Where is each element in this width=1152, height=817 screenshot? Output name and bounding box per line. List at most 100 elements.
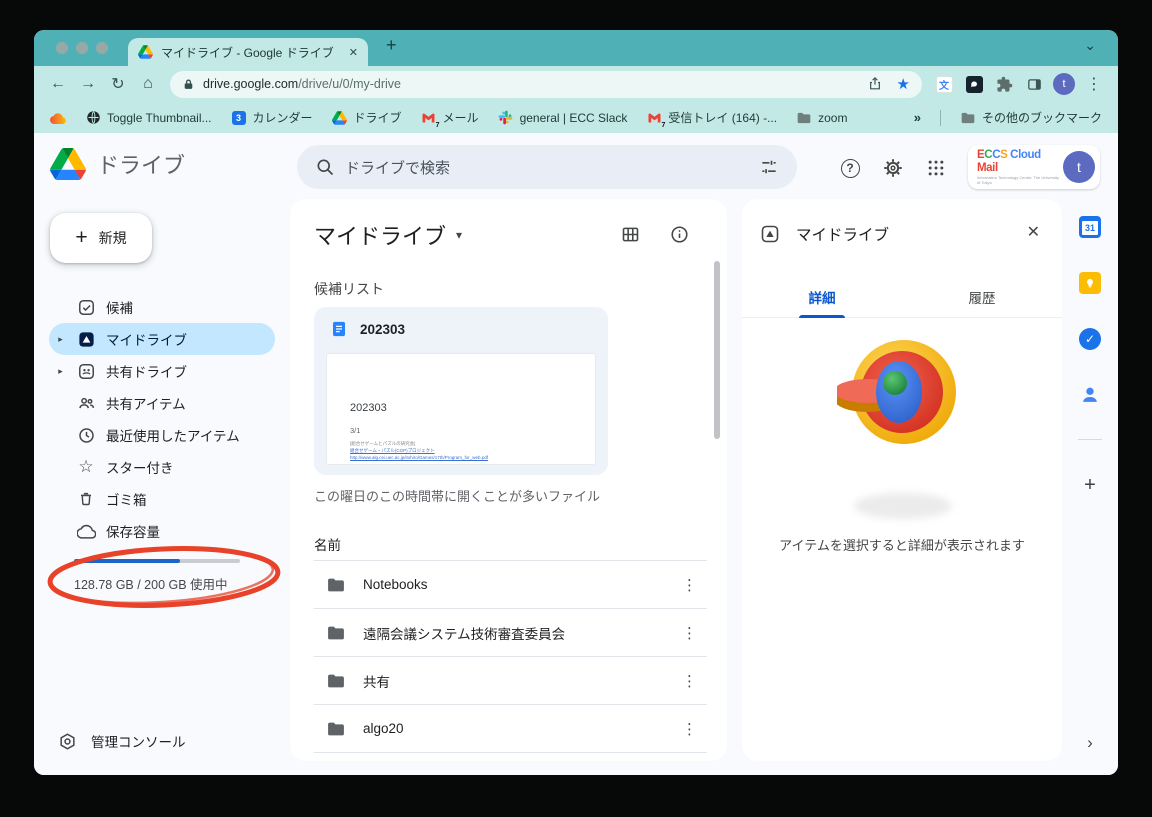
sidebar-item-recent[interactable]: 最近使用したアイテム (49, 419, 275, 451)
row-menu-kebab-icon[interactable]: ⋮ (682, 720, 697, 738)
address-bar[interactable]: drive.google.com/drive/u/0/my-drive ★ (170, 71, 922, 98)
google-keep-icon[interactable] (1076, 269, 1104, 297)
add-panel-app-button[interactable]: + (1076, 471, 1104, 499)
home-button[interactable]: ⌂ (134, 70, 162, 98)
file-row[interactable]: Notebooks ⋮ (314, 561, 707, 609)
folder-icon (796, 110, 812, 126)
sidebar-item-shared-drives[interactable]: ▸ 共有ドライブ (49, 355, 275, 387)
file-name: 遠隔会議システム技術審査委員会 (363, 623, 565, 643)
sidebar-item-storage[interactable]: 保存容量 (49, 515, 275, 547)
search-icon[interactable] (305, 147, 345, 187)
bookmark-star-icon[interactable]: ★ (897, 77, 910, 92)
settings-gear-icon[interactable] (880, 155, 906, 181)
sidebar-item-suggestions[interactable]: 候補 (49, 291, 275, 323)
traffic-lights[interactable] (56, 42, 108, 54)
file-row[interactable]: 遠隔会議システム技術審査委員会 ⋮ (314, 609, 707, 657)
sidebar-item-label: スター付き (106, 457, 174, 477)
extensions-puzzle-icon[interactable] (990, 70, 1018, 98)
lock-icon (182, 78, 195, 91)
bookmark-label: メール (443, 109, 479, 126)
google-calendar-icon[interactable]: 31 (1076, 213, 1104, 241)
file-preview-thumbnail[interactable]: 202303 3/1 [組合せゲームとパズルの研究会] 組合せゲーム・パズル(C… (326, 353, 596, 465)
tab-close-icon[interactable]: ✕ (349, 46, 358, 59)
minimize-window-button[interactable] (76, 42, 88, 54)
grid-view-icon[interactable] (618, 222, 642, 246)
bookmark-item[interactable]: 7 メール (421, 109, 479, 126)
google-apps-grid-icon[interactable] (923, 155, 949, 181)
tab-details[interactable]: 詳細 (742, 277, 902, 317)
info-icon[interactable] (667, 222, 691, 246)
forward-button[interactable]: → (74, 70, 102, 98)
side-panel-icon[interactable] (1020, 70, 1048, 98)
bookmark-item[interactable]: 3 カレンダー (231, 109, 313, 126)
caret-right-icon[interactable]: ▸ (55, 366, 66, 377)
help-button[interactable]: ? (837, 155, 863, 181)
row-menu-kebab-icon[interactable]: ⋮ (682, 672, 697, 690)
my-drive-title-dropdown[interactable]: マイドライブ ▾ (314, 219, 462, 251)
search-options-tune-icon[interactable] (749, 147, 789, 187)
admin-console-link[interactable]: 管理コンソール (58, 731, 186, 751)
file-browser-panel: マイドライブ ▾ 候補リスト 202303 202303 3/1 [組合せゲーム… (290, 199, 727, 761)
admin-console-icon (58, 732, 77, 751)
bookmarks-overflow-icon[interactable]: » (914, 110, 921, 125)
account-brand: ECCS Cloud Mail (977, 149, 1063, 174)
url-text: drive.google.com/drive/u/0/my-drive (203, 77, 401, 91)
browser-tab[interactable]: マイドライブ - Google ドライブ ✕ (128, 38, 368, 66)
tab-activity[interactable]: 履歴 (902, 277, 1062, 317)
sidebar-item-label: 最近使用したアイテム (106, 425, 240, 445)
file-name: algo20 (363, 721, 404, 736)
scrollbar-thumb[interactable] (714, 261, 720, 439)
drive-logo[interactable]: ドライブ (50, 148, 185, 180)
reload-button[interactable]: ↻ (104, 70, 132, 98)
slack-icon (498, 110, 514, 126)
account-avatar[interactable]: t (1063, 151, 1095, 183)
search-bar[interactable]: ドライブで検索 (297, 145, 797, 189)
collapse-side-panel-chevron-icon[interactable]: › (1078, 731, 1102, 755)
url-path: /drive/u/0/my-drive (298, 77, 401, 91)
zoom-window-button[interactable] (96, 42, 108, 54)
browser-menu-kebab-icon[interactable]: ⋮ (1080, 70, 1108, 98)
sidebar-item-my-drive[interactable]: ▸ マイドライブ (49, 323, 275, 355)
file-row[interactable]: 共有 ⋮ (314, 657, 707, 705)
other-bookmarks[interactable]: その他のブックマーク (960, 109, 1102, 126)
sidebar-item-shared-with-me[interactable]: 共有アイテム (49, 387, 275, 419)
back-button[interactable]: ← (44, 70, 72, 98)
close-window-button[interactable] (56, 42, 68, 54)
sidebar-item-starred[interactable]: ☆ スター付き (49, 451, 275, 483)
suggestions-label: 候補リスト (314, 279, 384, 299)
share-icon[interactable] (867, 76, 883, 92)
row-menu-kebab-icon[interactable]: ⋮ (682, 576, 697, 594)
file-row[interactable]: algo20 ⋮ (314, 705, 707, 753)
storage-progress-fill (74, 559, 180, 563)
tab-search-chevron-icon[interactable]: ⌄ (1084, 37, 1096, 54)
google-drive-icon (332, 110, 348, 126)
browser-profile-avatar[interactable]: t (1050, 70, 1078, 98)
bookmark-item[interactable]: ドライブ (332, 109, 402, 126)
search-input[interactable]: ドライブで検索 (345, 157, 749, 178)
file-list-header[interactable]: 名前 (314, 527, 707, 561)
translate-extension-icon[interactable]: 文 (930, 70, 958, 98)
bookmark-item[interactable]: 7 受信トレイ (164) -... (646, 109, 777, 126)
row-menu-kebab-icon[interactable]: ⋮ (682, 624, 697, 642)
cloud-bookmark-icon[interactable] (50, 110, 66, 126)
folder-icon (960, 110, 976, 126)
close-icon[interactable]: ✕ (1027, 222, 1040, 242)
new-button[interactable]: + 新規 (50, 213, 152, 263)
my-drive-small-icon (760, 224, 780, 244)
new-tab-button[interactable]: + (386, 35, 397, 56)
google-tasks-icon[interactable]: ✓ (1076, 325, 1104, 353)
suggested-file-card[interactable]: 202303 202303 3/1 [組合せゲームとパズルの研究会] 組合せゲー… (314, 307, 608, 475)
chat-extension-icon[interactable] (960, 70, 988, 98)
other-bookmarks-label: その他のブックマーク (982, 109, 1102, 126)
sidebar-nav: 候補 ▸ マイドライブ ▸ 共有ドライブ 共 (49, 291, 275, 547)
account-badge[interactable]: ECCS Cloud Mail Information Technology C… (968, 145, 1100, 189)
sidebar-item-label: ゴミ箱 (106, 489, 147, 509)
empty-state-illustration (837, 329, 967, 459)
bookmark-item[interactable]: zoom (796, 110, 847, 126)
google-calendar-icon: 3 (231, 110, 247, 126)
bookmark-item[interactable]: general | ECC Slack (498, 110, 628, 126)
sidebar-item-trash[interactable]: ゴミ箱 (49, 483, 275, 515)
google-contacts-icon[interactable] (1076, 381, 1104, 409)
caret-right-icon[interactable]: ▸ (55, 334, 66, 345)
bookmark-item[interactable]: Toggle Thumbnail... (85, 110, 212, 126)
